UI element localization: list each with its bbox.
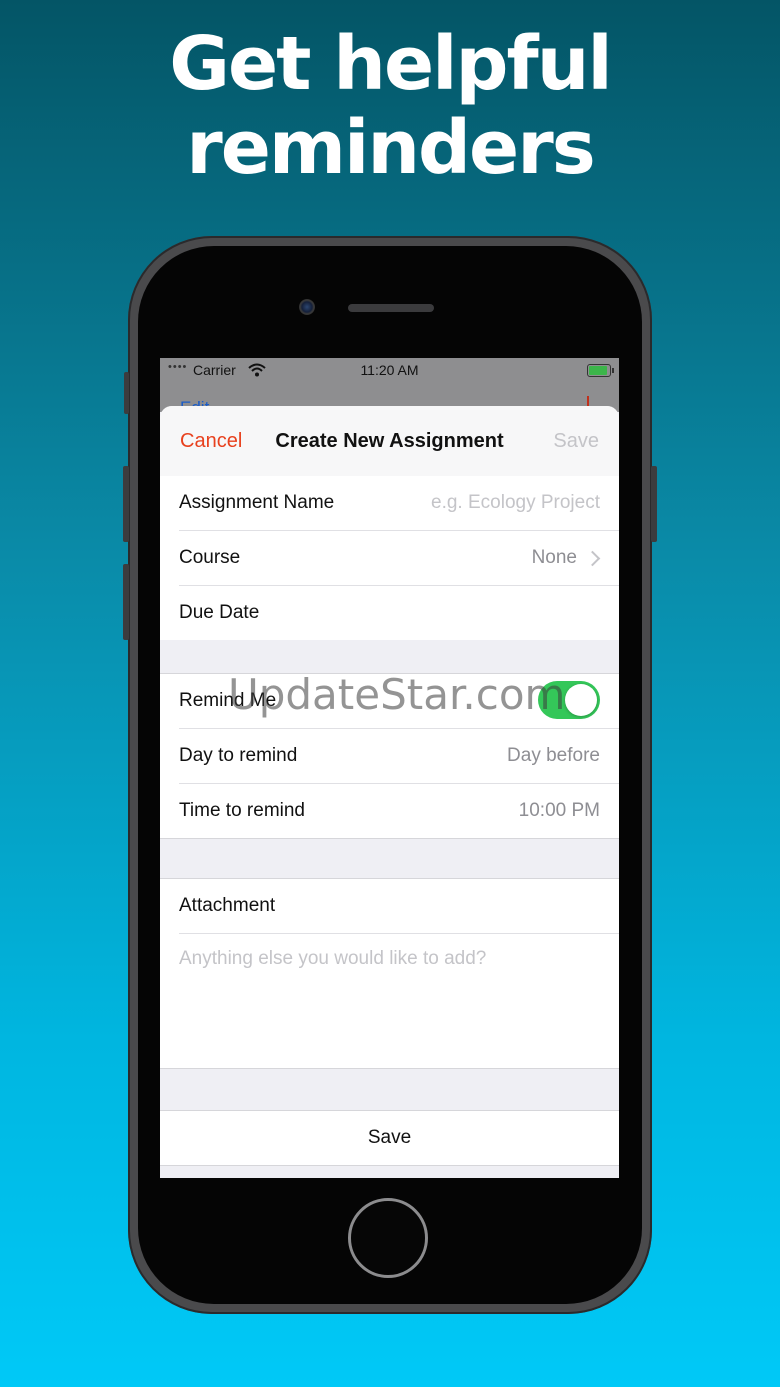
time-to-remind-value: 10:00 PM (518, 800, 600, 821)
volume-up-button (123, 466, 129, 542)
assignment-name-input[interactable]: e.g. Ecology Project (431, 492, 600, 514)
notes-placeholder: Anything else you would like to add? (179, 948, 487, 969)
day-to-remind-label: Day to remind (179, 745, 298, 766)
home-button[interactable] (348, 1198, 428, 1278)
due-date-row[interactable]: Due Date (179, 586, 619, 640)
time-to-remind-label: Time to remind (179, 800, 305, 821)
notes-textarea[interactable]: Anything else you would like to add? (179, 934, 619, 1068)
details-group: Assignment Name e.g. Ecology Project Cou… (160, 476, 619, 640)
volume-down-button (123, 564, 129, 640)
bottom-save-button[interactable]: Save (160, 1110, 619, 1166)
reminder-group: Remind Me Day to remind Day before Time … (160, 673, 619, 839)
chevron-right-icon (584, 550, 601, 567)
day-to-remind-row[interactable]: Day to remind Day before (179, 729, 619, 784)
assignment-name-label: Assignment Name (179, 492, 335, 513)
power-button (651, 466, 657, 542)
phone-screen: •••• Carrier 11:20 AM Edit Cancel Create… (160, 358, 619, 1178)
headline-line-2: reminders (186, 105, 596, 191)
course-row[interactable]: Course None (179, 531, 619, 586)
sheet-nav-bar: Cancel Create New Assignment Save (160, 406, 619, 477)
toggle-knob (565, 684, 597, 716)
remind-me-toggle[interactable] (538, 681, 600, 719)
bottom-save-label: Save (367, 1127, 412, 1148)
headline-line-1: Get helpful (169, 21, 613, 107)
clock: 11:20 AM (360, 362, 419, 378)
status-bar: •••• Carrier 11:20 AM (160, 358, 619, 382)
front-camera (299, 299, 315, 315)
day-to-remind-value: Day before (507, 745, 600, 766)
course-label: Course (179, 547, 241, 568)
time-to-remind-row[interactable]: Time to remind 10:00 PM (179, 784, 619, 838)
attachment-label: Attachment (179, 895, 276, 916)
attachment-group: Attachment Anything else you would like … (160, 878, 619, 1069)
sheet-title: Create New Assignment (275, 430, 504, 452)
remind-me-label: Remind Me (179, 690, 277, 711)
course-value: None (531, 547, 577, 568)
save-button-disabled[interactable]: Save (553, 430, 599, 453)
remind-me-row: Remind Me (179, 674, 619, 729)
assignment-name-row[interactable]: Assignment Name e.g. Ecology Project (179, 476, 619, 531)
mute-switch (124, 372, 129, 414)
attachment-row[interactable]: Attachment (179, 879, 619, 934)
create-assignment-sheet: Cancel Create New Assignment Save Assign… (160, 406, 619, 1178)
headline: Get helpful reminders (0, 22, 780, 190)
due-date-label: Due Date (179, 602, 260, 623)
earpiece-speaker (348, 304, 434, 312)
battery-charging-icon (587, 364, 614, 377)
